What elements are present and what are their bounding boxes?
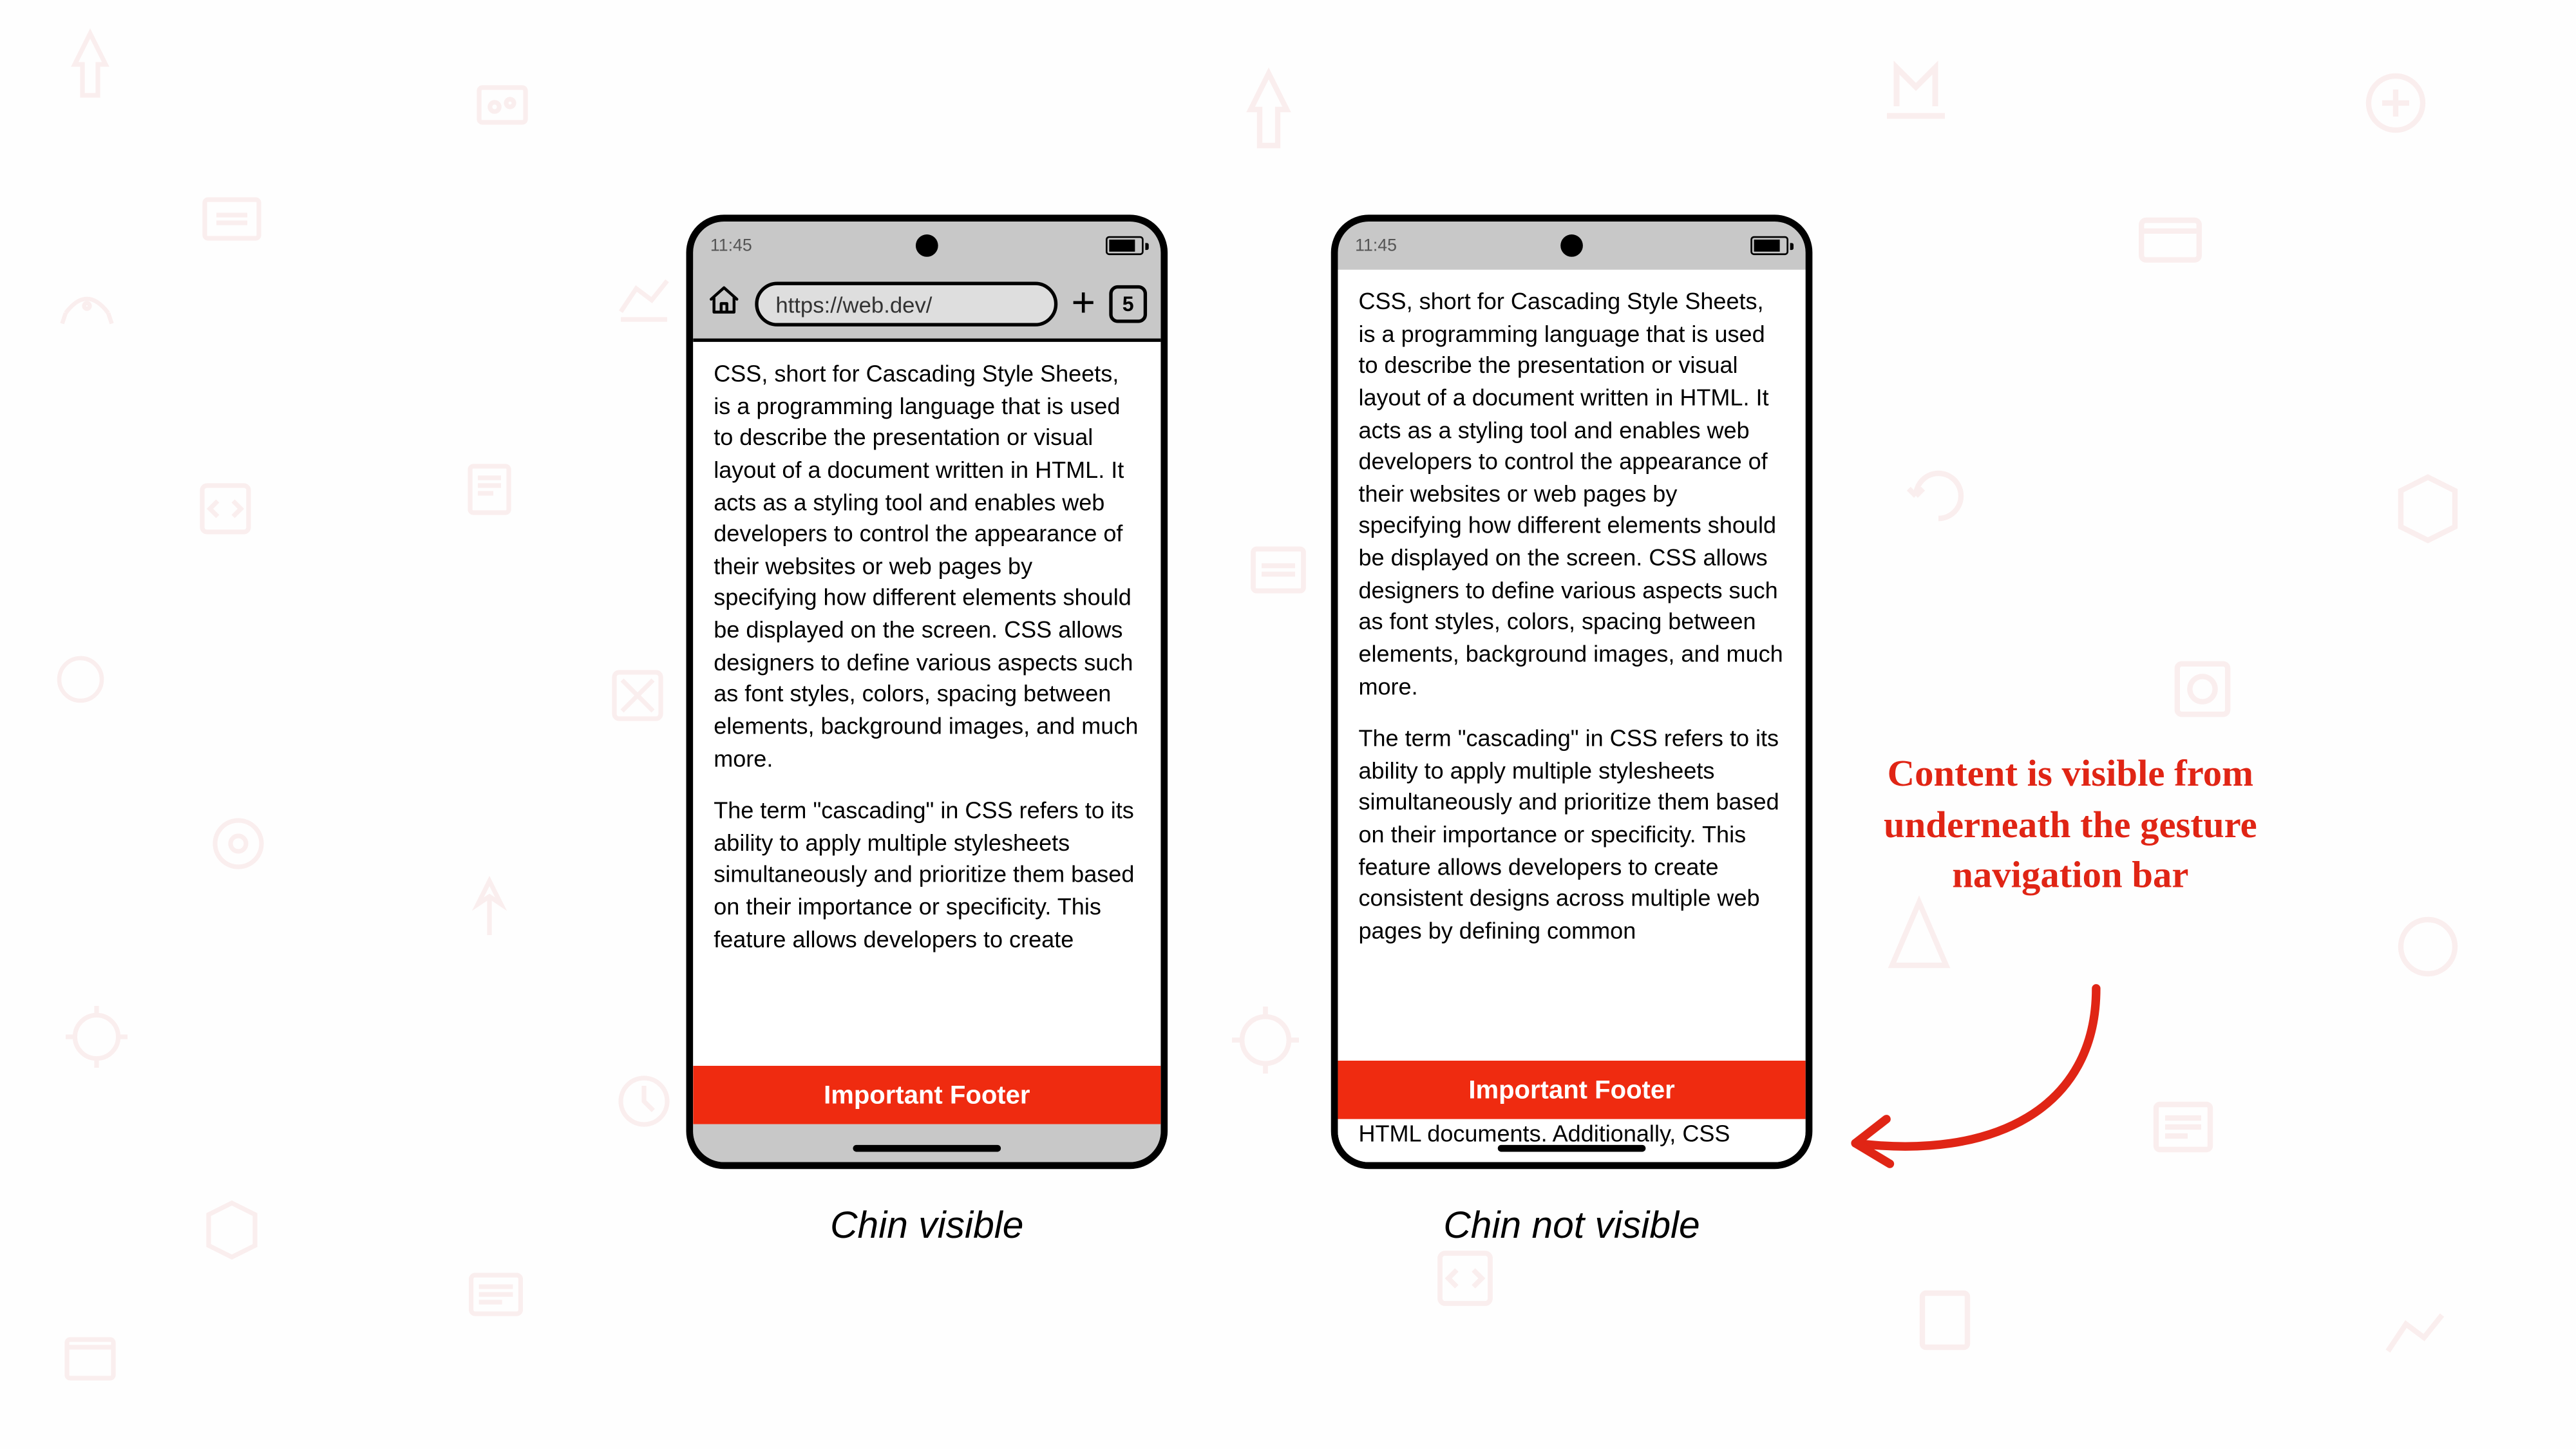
- camera-hole-icon: [1560, 234, 1583, 257]
- annotation-arrow-icon: [1821, 971, 2131, 1195]
- status-bar: 11:45: [693, 222, 1160, 270]
- tab-count-value: 5: [1122, 292, 1134, 316]
- gesture-nav-bar-icon[interactable]: [853, 1145, 1001, 1152]
- paragraph: CSS, short for Cascading Style Sheets, i…: [714, 359, 1140, 775]
- browser-chin: [693, 1124, 1160, 1162]
- paragraph: The term "cascading" in CSS refers to it…: [1358, 724, 1785, 948]
- new-tab-button[interactable]: +: [1072, 283, 1095, 325]
- phone-chin-visible: 11:45 https://web.dev/ + 5 CSS, short fo…: [687, 214, 1168, 1169]
- paragraph: The term "cascading" in CSS refers to it…: [714, 796, 1140, 956]
- caption-left: Chin visible: [687, 1204, 1168, 1248]
- camera-hole-icon: [916, 234, 938, 257]
- tab-count-button[interactable]: 5: [1109, 285, 1147, 323]
- footer-label: Important Footer: [824, 1081, 1030, 1110]
- status-time: 11:45: [710, 236, 752, 255]
- battery-icon: [1106, 236, 1144, 255]
- sticky-footer[interactable]: Important Footer: [693, 1066, 1160, 1124]
- status-bar: 11:45: [1338, 222, 1805, 270]
- page-viewport[interactable]: CSS, short for Cascading Style Sheets, i…: [693, 342, 1160, 1124]
- caption-right: Chin not visible: [1331, 1204, 1813, 1248]
- url-input[interactable]: https://web.dev/: [755, 281, 1057, 326]
- paragraph: CSS, short for Cascading Style Sheets, i…: [1358, 287, 1785, 703]
- battery-icon: [1750, 236, 1788, 255]
- phone-chin-not-visible: 11:45 CSS, short for Cascading Style She…: [1331, 214, 1813, 1169]
- annotation-text: Content is visible from underneath the g…: [1864, 748, 2277, 901]
- content-under-nav: HTML documents. Additionally, CSS: [1338, 1119, 1805, 1162]
- status-time: 11:45: [1355, 236, 1397, 255]
- page-viewport[interactable]: CSS, short for Cascading Style Sheets, i…: [1338, 270, 1805, 1162]
- sticky-footer[interactable]: Important Footer: [1338, 1061, 1805, 1119]
- url-text: https://web.dev/: [775, 291, 932, 317]
- home-icon[interactable]: [707, 283, 741, 326]
- browser-toolbar: https://web.dev/ + 5: [693, 270, 1160, 342]
- page-content: CSS, short for Cascading Style Sheets, i…: [1338, 270, 1805, 986]
- gesture-nav-bar-icon[interactable]: [1498, 1145, 1646, 1152]
- page-content: CSS, short for Cascading Style Sheets, i…: [693, 342, 1160, 994]
- footer-label: Important Footer: [1468, 1075, 1674, 1104]
